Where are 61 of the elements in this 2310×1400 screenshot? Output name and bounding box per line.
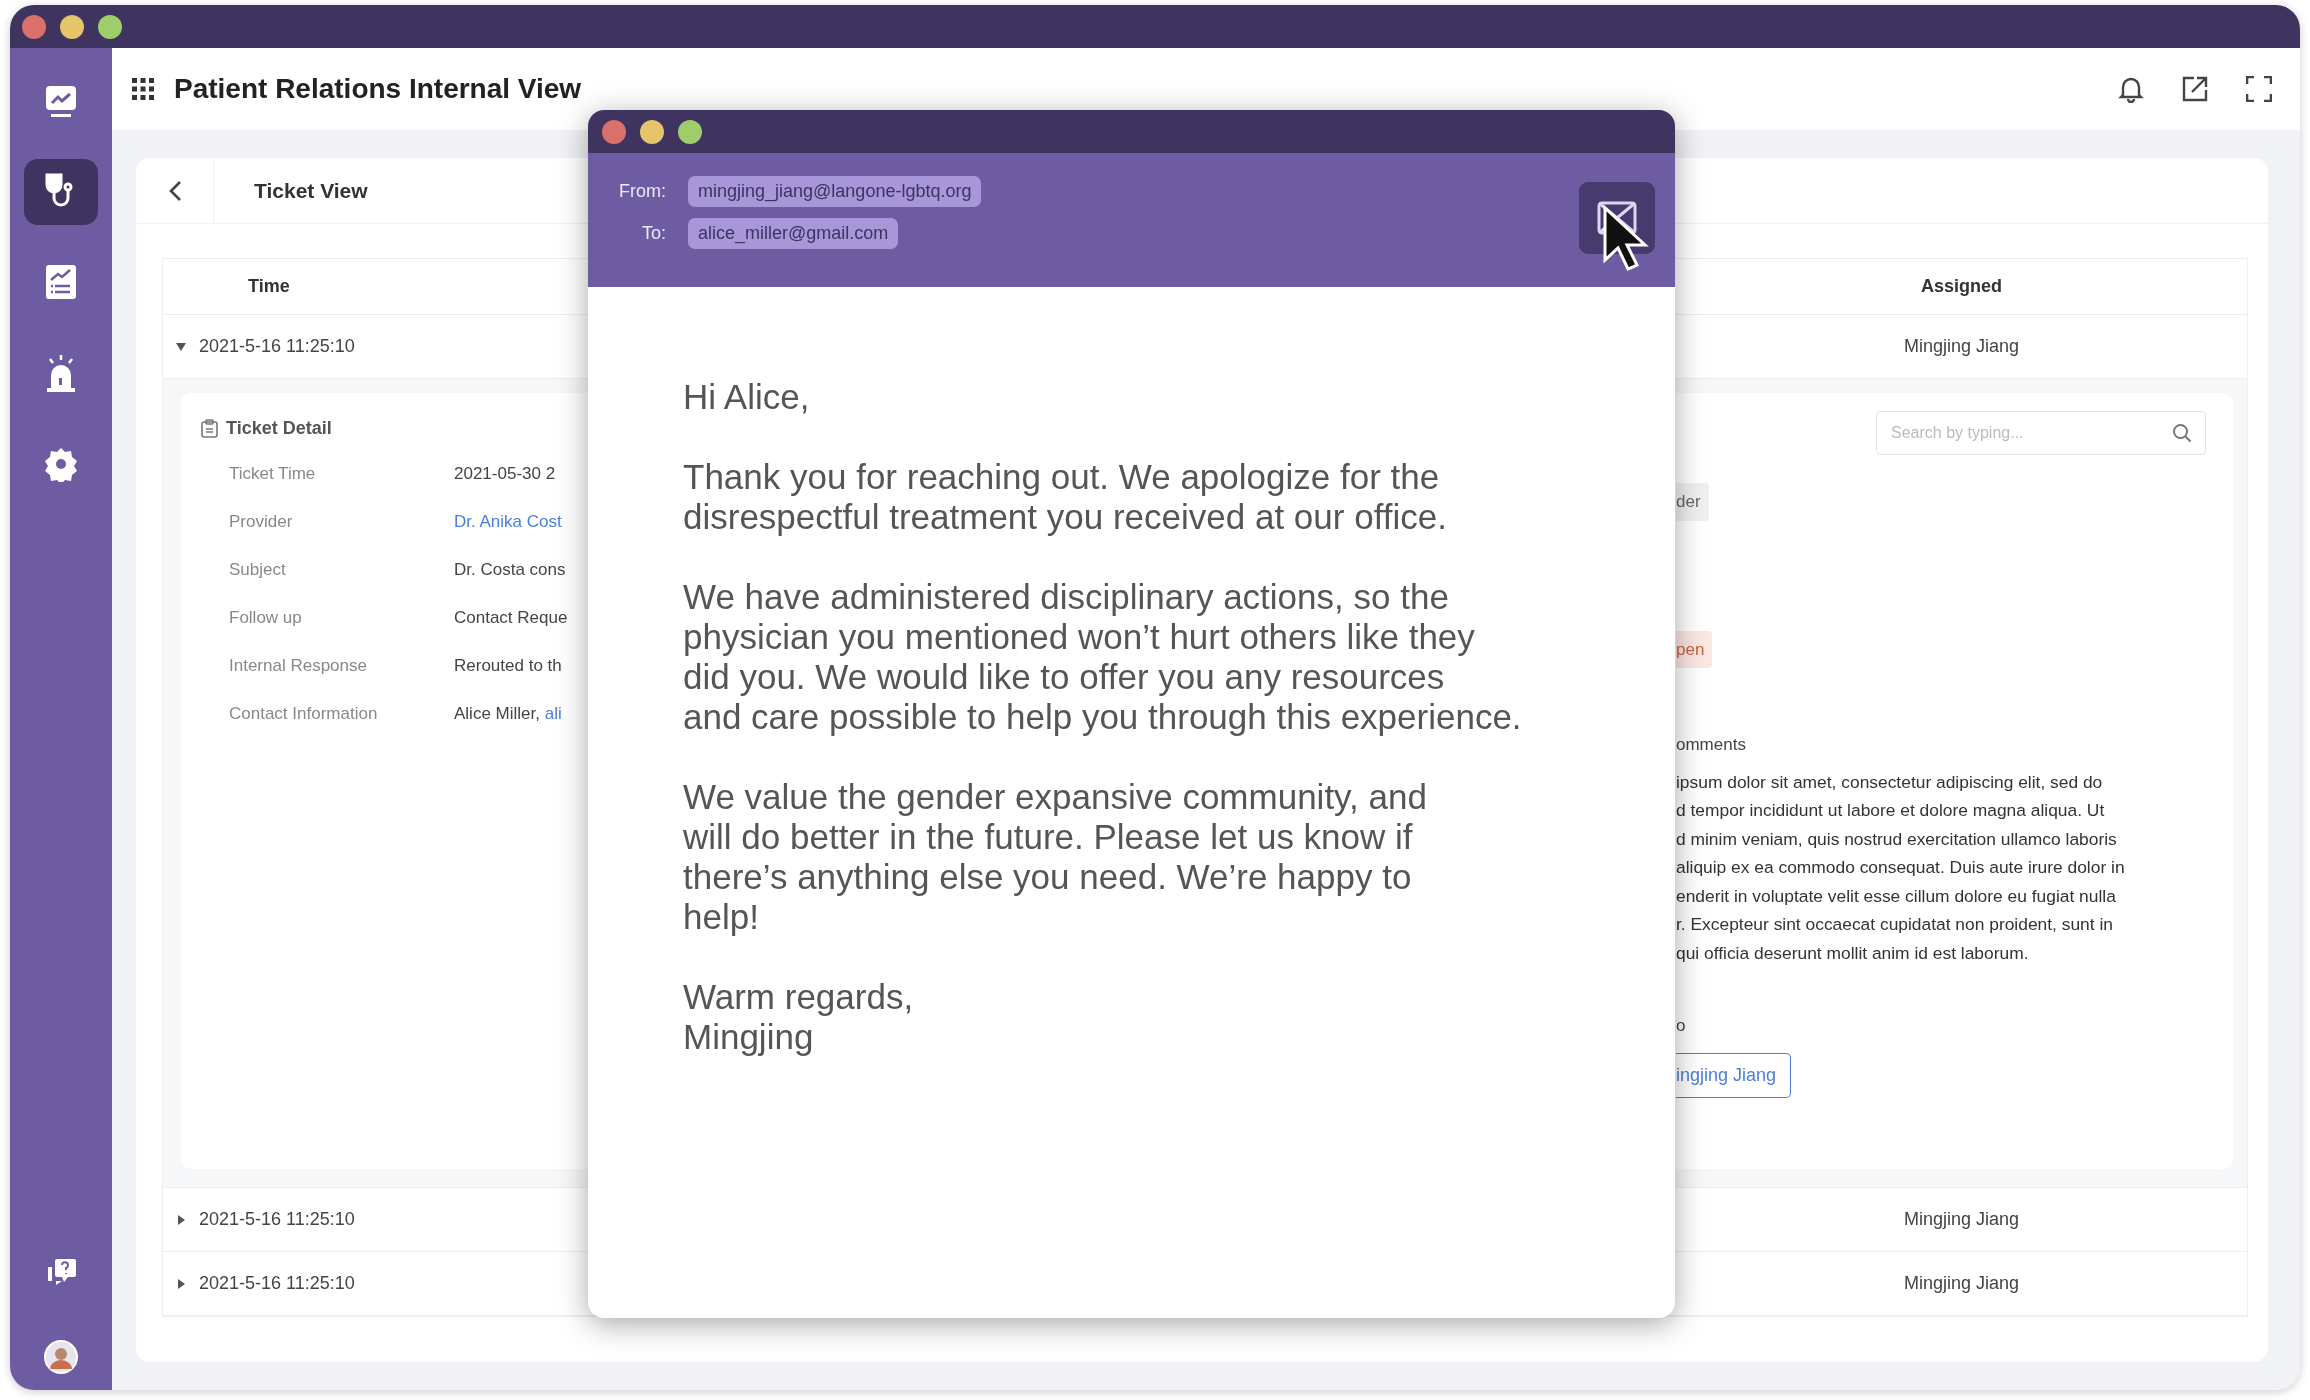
field-value: Contact Reque	[454, 607, 568, 630]
caret-down-icon[interactable]	[175, 340, 187, 353]
column-header: Time	[248, 275, 290, 298]
field-label: Ticket Time	[228, 463, 317, 486]
status-tag: pen	[1676, 630, 1713, 668]
field-label: Subject	[228, 559, 287, 582]
email-paragraph: Hi Alice,	[683, 377, 811, 417]
maximize-dot[interactable]	[678, 119, 702, 144]
clipboard-icon	[201, 419, 218, 438]
table-cell-text: 2021-5-16 11:25:10	[199, 335, 355, 358]
assign-label: o	[1676, 1015, 1687, 1037]
close-dot[interactable]	[22, 14, 46, 39]
caret-right-icon[interactable]	[175, 1213, 187, 1226]
user-avatar	[44, 1339, 78, 1374]
email-link[interactable]: ali	[544, 704, 562, 724]
assignee-button[interactable]: ingjing Jiang	[1676, 1052, 1792, 1098]
caret-right-icon[interactable]	[175, 1277, 187, 1290]
settings-gear-icon	[43, 445, 79, 482]
table-cell: Mingjing Jiang	[1903, 336, 2020, 356]
field-label: From:	[618, 179, 667, 203]
sender-chip: mingjing_jiang@langone-lgbtq.org	[688, 175, 982, 207]
email-paragraph: Warm regards, Mingjing	[683, 977, 915, 1057]
column-header: Assigned	[1921, 276, 2002, 296]
fullscreen-icon[interactable]	[2246, 76, 2272, 102]
external-link-icon[interactable]	[2182, 76, 2208, 102]
email-paragraph: We value the gender expansive community, and will do better in the future. Please let us know if there’s anything else you need. We’re happy to help!	[683, 777, 1428, 937]
mouse-cursor-icon	[1602, 205, 1652, 271]
field-value: Rerouted to th	[454, 655, 562, 678]
status-tag: der	[1676, 483, 1709, 521]
table-cell: Mingjing Jiang	[1903, 1273, 2020, 1293]
search-icon[interactable]	[2172, 423, 2192, 443]
minimize-dot[interactable]	[640, 119, 664, 144]
app-title: Patient Relations Internal View	[174, 72, 582, 106]
comments-text: ipsum dolor sit amet, consectetur adipiscing elit, sed do d tempor incididunt ut labore et dolore magna aliqua. Ut d minim veniam, quis nostrud exercitation ullamco laboris aliquip ex ea commodo consequat. Duis aute irure dolor in enderit in voluptate velit esse cillum dolore eu fugiat nulla r. Excepteur sint occaecat cupidatat non proident, sunt in qui officia deserunt mollit anim id est laborum.	[1676, 770, 2126, 965]
field-label: Internal Response	[228, 655, 368, 678]
field-label: Contact Information	[228, 703, 379, 726]
maximize-dot[interactable]	[98, 14, 122, 39]
field-value: 2021-05-30 2	[454, 463, 556, 486]
chevron-left-icon	[167, 179, 182, 202]
email-paragraph: Thank you for reaching out. We apologize for the disrespectful treatment you received at our office.	[683, 457, 1448, 537]
field-value: Dr. Costa cons	[454, 559, 566, 582]
close-dot[interactable]	[602, 119, 626, 144]
field-value: Alice Miller, ali	[454, 703, 562, 726]
comments-label: omments	[1676, 734, 1747, 756]
table-cell-text: 2021-5-16 11:25:10	[199, 1208, 355, 1231]
field-label: To:	[641, 221, 667, 245]
page-title: Ticket View	[254, 177, 368, 204]
email-paragraph: We have administered disciplinary actions, so the physician you mentioned won’t hurt others like they did you. We would like to offer you any resources and care possible to help you through this experience.	[683, 577, 1523, 737]
field-label: Follow up	[228, 607, 303, 630]
section-title: Ticket Detail	[226, 417, 332, 440]
sidebar-item[interactable]	[24, 158, 98, 226]
notification-bell-icon[interactable]	[2118, 75, 2144, 103]
apps-grid-icon[interactable]	[132, 78, 154, 100]
recipient-chip: alice_miller@gmail.com	[688, 217, 899, 249]
table-cell-text: 2021-5-16 11:25:10	[199, 1272, 355, 1295]
search-field[interactable]: Search by typing...	[1876, 411, 2206, 455]
field-label: Provider	[228, 511, 294, 534]
minimize-dot[interactable]	[60, 14, 84, 39]
monitor-chart-icon	[43, 83, 79, 120]
table-cell: Mingjing Jiang	[1903, 1209, 2020, 1229]
field-value[interactable]: Dr. Anika Cost	[454, 509, 562, 535]
